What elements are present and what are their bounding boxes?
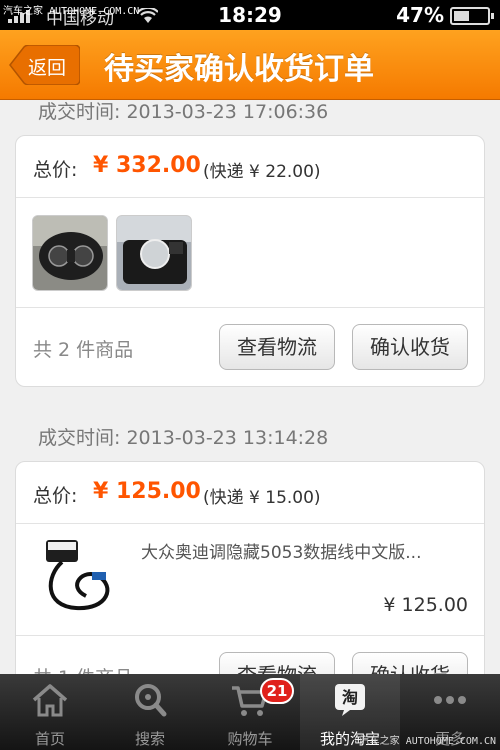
order-list[interactable]: 成交时间: 2013-03-23 17:06:36 总价: ¥ 332.00 (… (0, 101, 500, 674)
shipping-fee: (快递 ¥ 15.00) (203, 488, 321, 508)
product-name: 大众奥迪调隐藏5053数据线中文版... (141, 543, 422, 563)
item-count: 共 1 件商品 (33, 663, 133, 674)
tab-bar: 首页 搜索 21 购物车 淘 我的淘宝 更多 汽车之家 AUTOHOME.COM… (0, 674, 500, 750)
search-icon (135, 684, 167, 717)
total-price-label: 总价: (33, 159, 78, 181)
tab-label: 搜索 (134, 730, 165, 748)
price-row: 总价: ¥ 332.00 (快递 ¥ 22.00) (16, 136, 484, 198)
battery-percent: 47% (396, 3, 444, 27)
status-bar: 中国移动 18:29 47% 汽车之家 AUTOHOME.COM.CN (0, 0, 500, 30)
tab-search[interactable]: 搜索 (100, 674, 200, 750)
order-footer: 共 1 件商品 查看物流 确认收货 (16, 636, 484, 674)
price-row: 总价: ¥ 125.00 (快递 ¥ 15.00) (16, 462, 484, 524)
product-thumbnail[interactable] (32, 215, 108, 291)
product-image (36, 536, 126, 622)
confirm-receipt-button[interactable]: 确认收货 (352, 652, 468, 674)
order-card[interactable]: 总价: ¥ 332.00 (快递 ¥ 22.00) 共 2 件商品 查看物流 确… (15, 135, 485, 387)
total-price: ¥ 125.00 (93, 479, 201, 504)
order-footer: 共 2 件商品 查看物流 确认收货 (16, 308, 484, 388)
page-title: 待买家确认收货订单 (104, 52, 374, 87)
product-thumbnail[interactable] (116, 215, 192, 291)
view-logistics-button[interactable]: 查看物流 (219, 652, 335, 674)
total-price-label: 总价: (33, 485, 78, 507)
order-time: 成交时间: 2013-03-23 13:14:28 (38, 427, 329, 449)
home-icon (32, 684, 68, 717)
item-count: 共 2 件商品 (33, 339, 134, 361)
shipping-fee: (快递 ¥ 22.00) (203, 162, 321, 182)
total-price: ¥ 332.00 (93, 153, 201, 178)
tab-label: 首页 (34, 730, 65, 748)
nav-bar: 返回 待买家确认收货订单 (0, 30, 500, 100)
order-time: 成交时间: 2013-03-23 17:06:36 (38, 101, 329, 123)
svg-text:淘: 淘 (342, 688, 358, 707)
tab-home[interactable]: 首页 (0, 674, 100, 750)
back-label: 返回 (28, 57, 67, 79)
product-row[interactable]: 大众奥迪调隐藏5053数据线中文版... ¥ 125.00 (16, 524, 484, 636)
instrument-panel-image (33, 216, 107, 290)
tab-label: 购物车 (227, 730, 273, 748)
battery-icon (450, 7, 494, 25)
taobao-icon: 淘 (335, 684, 365, 716)
tab-cart[interactable]: 21 购物车 (200, 674, 300, 750)
light-switch-image (117, 216, 191, 290)
order-card[interactable]: 总价: ¥ 125.00 (快递 ¥ 15.00) 大众奥迪调隐藏5053数据线… (15, 461, 485, 674)
product-price: ¥ 125.00 (383, 594, 468, 616)
watermark: 汽车之家 AUTOHOME.COM.CN (3, 6, 140, 17)
product-thumbnails[interactable] (16, 198, 484, 308)
view-logistics-button[interactable]: 查看物流 (219, 324, 335, 370)
more-icon (434, 696, 466, 704)
cart-badge: 21 (260, 678, 294, 704)
confirm-receipt-button[interactable]: 确认收货 (352, 324, 468, 370)
watermark: 汽车之家 AUTOHOME.COM.CN (359, 736, 496, 747)
back-button[interactable]: 返回 (8, 45, 80, 85)
